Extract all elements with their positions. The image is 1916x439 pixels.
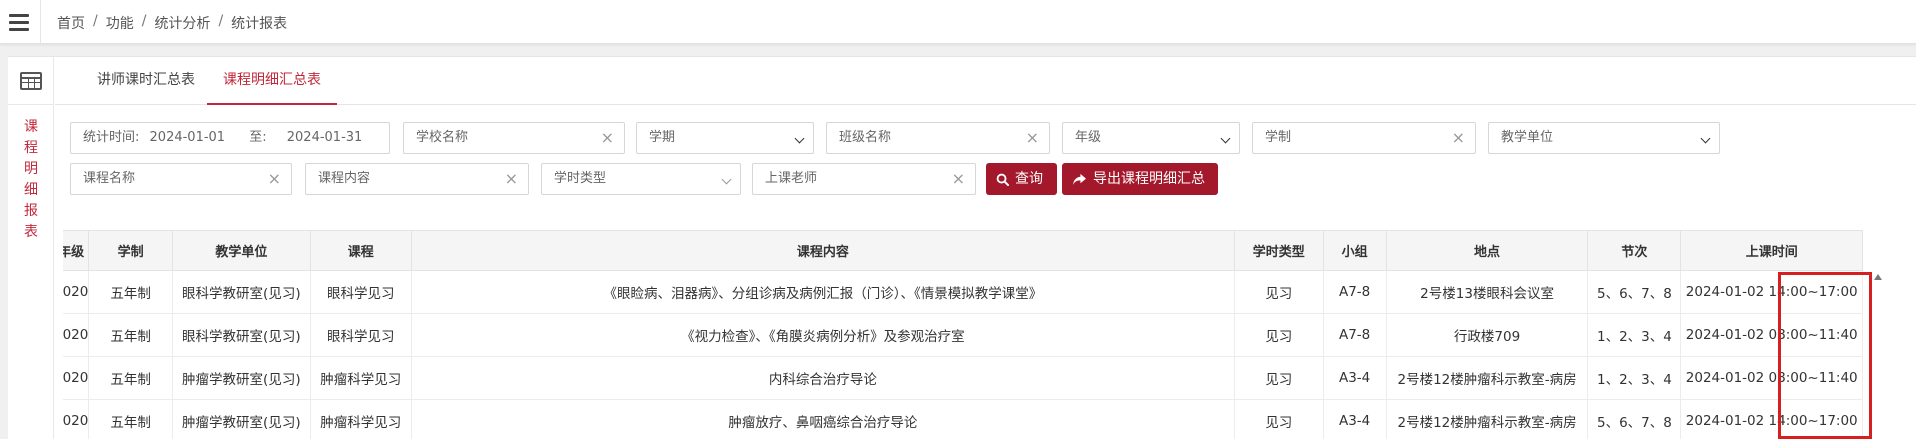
menu-toggle-icon[interactable] bbox=[6, 9, 32, 35]
vertical-scrollbar[interactable] bbox=[1872, 270, 1886, 439]
share-icon bbox=[1073, 173, 1086, 185]
column-header: 小组 bbox=[1322, 230, 1387, 271]
export-button[interactable]: 导出课程明细汇总 bbox=[1062, 163, 1218, 195]
tab-bar: 讲师课时汇总表 课程明细汇总表 bbox=[55, 57, 1916, 105]
clear-icon[interactable]: × bbox=[268, 164, 281, 194]
search-icon bbox=[996, 173, 1009, 186]
column-header: 上课时间 bbox=[1680, 230, 1863, 271]
date-label: 统计时间: bbox=[83, 130, 140, 145]
highlight-box bbox=[1778, 272, 1872, 439]
date-start[interactable]: 2024-01-01 bbox=[150, 130, 226, 145]
clear-icon[interactable]: × bbox=[1452, 123, 1465, 153]
clear-icon[interactable]: × bbox=[952, 164, 965, 194]
chevron-down-icon bbox=[794, 133, 805, 144]
table-row[interactable]: 2020五年制肿瘤学教研室(见习)肿瘤科学见习肿瘤放疗、鼻咽癌综合治疗导论见习A… bbox=[63, 399, 1863, 439]
column-header: 节次 bbox=[1587, 230, 1682, 271]
clear-icon[interactable]: × bbox=[601, 123, 614, 153]
class-name-input[interactable]: 班级名称 × bbox=[826, 122, 1050, 154]
column-header: 课程 bbox=[309, 230, 412, 271]
teaching-unit-select[interactable]: 教学单位 bbox=[1488, 122, 1720, 154]
course-name-input[interactable]: 课程名称 × bbox=[70, 163, 292, 195]
breadcrumb-home[interactable]: 首页 bbox=[57, 13, 85, 33]
chevron-down-icon bbox=[721, 174, 732, 185]
table-row[interactable]: 2020五年制肿瘤学教研室(见习)肿瘤科学见习内科综合治疗导论见习A3-42号楼… bbox=[63, 356, 1863, 400]
divider bbox=[40, 0, 41, 44]
teacher-input[interactable]: 上课老师 × bbox=[752, 163, 976, 195]
date-to-label: 至: bbox=[249, 130, 267, 145]
query-button[interactable]: 查询 bbox=[986, 163, 1057, 195]
table-row[interactable]: 2020五年制眼科学教研室(见习)眼科学见习《视力检查》、《角膜炎病例分析》及参… bbox=[63, 313, 1863, 357]
left-column: 课 程 明 细 报 表 bbox=[8, 57, 54, 439]
column-header: 学制 bbox=[88, 230, 173, 271]
breadcrumb-statistics[interactable]: 统计分析 bbox=[154, 13, 210, 33]
course-content-input[interactable]: 课程内容 × bbox=[305, 163, 529, 195]
table-row[interactable]: 2020五年制眼科学教研室(见习)眼科学见习《眼睑病、泪器病》、分组诊病及病例汇… bbox=[63, 270, 1863, 314]
tab-lecturer-hours[interactable]: 讲师课时汇总表 bbox=[81, 57, 211, 105]
tab-course-detail[interactable]: 课程明细汇总表 bbox=[207, 57, 337, 105]
vertical-title: 课 程 明 细 报 表 bbox=[24, 119, 38, 240]
chevron-down-icon bbox=[1220, 133, 1231, 144]
school-name-input[interactable]: 学校名称 × bbox=[403, 122, 625, 154]
column-header: 课程内容 bbox=[410, 230, 1236, 271]
breadcrumb: 首页 / 功能 / 统计分析 / 统计报表 bbox=[57, 13, 288, 33]
table-header-row: 年级 学制 教学单位 课程 课程内容 学时类型 小组 地点 节次 上课时间 bbox=[63, 230, 1863, 271]
term-select[interactable]: 学期 bbox=[636, 122, 814, 154]
column-header: 地点 bbox=[1385, 230, 1589, 271]
date-range-field[interactable]: 统计时间: 2024-01-01 至: 2024-01-31 bbox=[70, 122, 390, 154]
data-table-wrapper: 年级 学制 教学单位 课程 课程内容 学时类型 小组 地点 节次 上课时间 20… bbox=[63, 230, 1873, 439]
scroll-up-icon[interactable] bbox=[1874, 274, 1882, 280]
hour-type-select[interactable]: 学时类型 bbox=[541, 163, 741, 195]
column-header: 学时类型 bbox=[1234, 230, 1324, 271]
grade-select[interactable]: 年级 bbox=[1062, 122, 1240, 154]
system-input[interactable]: 学制 × bbox=[1252, 122, 1476, 154]
clear-icon[interactable]: × bbox=[1026, 123, 1039, 153]
date-end[interactable]: 2024-01-31 bbox=[287, 130, 363, 145]
breadcrumb-current: 统计报表 bbox=[231, 16, 288, 32]
chevron-down-icon bbox=[1700, 133, 1711, 144]
breadcrumb-function[interactable]: 功能 bbox=[106, 13, 134, 33]
column-header: 教学单位 bbox=[171, 230, 311, 271]
data-table: 年级 学制 教学单位 课程 课程内容 学时类型 小组 地点 节次 上课时间 20… bbox=[63, 230, 1863, 439]
top-bar: 首页 / 功能 / 统计分析 / 统计报表 bbox=[0, 0, 1916, 44]
column-header: 年级 bbox=[63, 230, 90, 271]
clear-icon[interactable]: × bbox=[505, 164, 518, 194]
table-icon[interactable] bbox=[20, 72, 42, 90]
